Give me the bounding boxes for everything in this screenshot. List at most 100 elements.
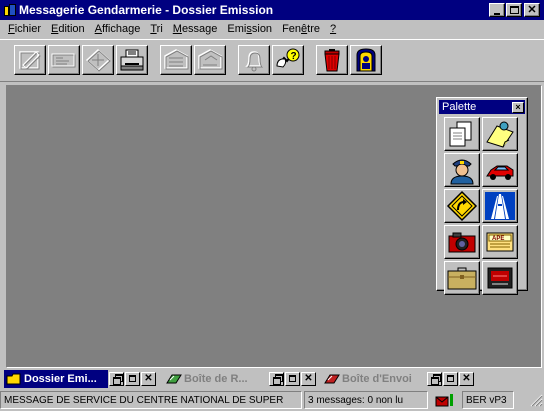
previous-message-button[interactable] bbox=[160, 45, 192, 75]
trash-icon bbox=[324, 49, 340, 72]
palette-tool-road-sign[interactable] bbox=[444, 189, 480, 223]
app-icon[interactable] bbox=[4, 3, 16, 17]
sticky-note-icon bbox=[486, 121, 514, 148]
terminal-icon bbox=[487, 267, 513, 289]
minimized-windows-bar: Dossier Emi... ✕ Boîte de R... ✕ Boîte d… bbox=[0, 368, 544, 389]
minimized-window-title-wrap: Dossier Emi... bbox=[4, 369, 108, 388]
exit-door-icon bbox=[356, 48, 376, 72]
maximize-button[interactable] bbox=[443, 371, 458, 386]
highway-icon bbox=[485, 192, 515, 220]
minimized-window-title-wrap: Boîte d'Envoi bbox=[322, 370, 426, 388]
svg-text:APE: APE bbox=[492, 236, 504, 242]
minimized-window-boite-reception[interactable]: Boîte de R... ✕ bbox=[164, 369, 318, 388]
compose-icon bbox=[19, 51, 41, 70]
form-button[interactable] bbox=[48, 45, 80, 75]
compose-button[interactable] bbox=[14, 45, 46, 75]
menu-item-2[interactable]: Affichage bbox=[90, 23, 146, 35]
red-car-icon bbox=[486, 165, 514, 180]
new-document-icon bbox=[449, 121, 472, 147]
print-icon bbox=[120, 49, 144, 71]
restore-button[interactable] bbox=[269, 371, 284, 386]
close-icon: ✕ bbox=[462, 373, 471, 384]
palette-tool-terminal[interactable] bbox=[482, 261, 518, 295]
mail-status-icon bbox=[430, 391, 460, 409]
bell-icon bbox=[245, 51, 264, 72]
toolbar: ? bbox=[0, 39, 544, 82]
status-message-count: 3 messages: 0 non lu bbox=[304, 391, 428, 409]
ape-card-icon: APE bbox=[486, 232, 514, 252]
camera-icon bbox=[448, 232, 476, 253]
gendarme-icon bbox=[450, 159, 474, 185]
minimized-window-title-wrap: Boîte de R... bbox=[164, 370, 268, 388]
maximize-button[interactable] bbox=[285, 371, 300, 386]
status-network: BER vP3 bbox=[462, 391, 514, 409]
palette-tool-gendarme[interactable] bbox=[444, 153, 480, 187]
minimize-icon bbox=[494, 12, 500, 15]
window-title: Messagerie Gendarmerie - Dossier Emissio… bbox=[19, 3, 274, 17]
restore-button[interactable] bbox=[427, 371, 442, 386]
forward-icon bbox=[85, 48, 111, 72]
close-button[interactable]: ✕ bbox=[459, 371, 474, 386]
menu-item-0[interactable]: Fichier bbox=[3, 23, 46, 35]
palette-close-button[interactable]: × bbox=[512, 101, 524, 113]
close-button[interactable]: ✕ bbox=[524, 3, 540, 17]
maximize-icon bbox=[509, 6, 519, 14]
palette-tool-camera[interactable] bbox=[444, 225, 480, 259]
folder-icon bbox=[6, 373, 22, 385]
restore-icon bbox=[112, 374, 123, 385]
restore-icon bbox=[272, 374, 283, 385]
resize-grip-icon[interactable] bbox=[529, 393, 543, 407]
menu-item-4[interactable]: Message bbox=[168, 23, 223, 35]
maximize-icon bbox=[129, 375, 136, 382]
menu-item-1[interactable]: Edition bbox=[46, 23, 90, 35]
minimize-button[interactable] bbox=[489, 3, 505, 17]
close-icon: ✕ bbox=[304, 373, 313, 384]
inbox-icon bbox=[166, 373, 182, 385]
maximize-icon bbox=[447, 375, 454, 382]
forward-button[interactable] bbox=[82, 45, 114, 75]
close-icon: ✕ bbox=[144, 373, 153, 384]
palette-tool-sticky-note[interactable] bbox=[482, 117, 518, 151]
minimized-window-dossier-emission[interactable]: Dossier Emi... ✕ bbox=[4, 369, 158, 388]
help-pointer-button[interactable]: ? bbox=[272, 45, 304, 75]
menu-item-7[interactable]: ? bbox=[325, 23, 341, 35]
close-button[interactable]: ✕ bbox=[301, 371, 316, 386]
restore-button[interactable] bbox=[109, 371, 124, 386]
status-bar: MESSAGE DE SERVICE DU CENTRE NATIONAL DE… bbox=[0, 389, 544, 411]
close-button[interactable]: ✕ bbox=[141, 371, 156, 386]
title-bar[interactable]: Messagerie Gendarmerie - Dossier Emissio… bbox=[0, 0, 544, 20]
outbox-icon bbox=[324, 373, 340, 385]
minimized-window-title: Boîte de R... bbox=[184, 372, 248, 385]
minimized-window-title: Boîte d'Envoi bbox=[342, 372, 412, 385]
svg-text:?: ? bbox=[291, 51, 297, 62]
maximize-button[interactable] bbox=[506, 3, 522, 17]
close-icon: ✕ bbox=[527, 3, 537, 16]
menu-bar: Fichier Edition Affichage Tri Message Emissio… bbox=[0, 20, 544, 38]
menu-item-3[interactable]: Tri bbox=[145, 23, 167, 35]
menu-item-5[interactable]: Emission bbox=[222, 23, 277, 35]
maximize-icon bbox=[289, 375, 296, 382]
palette-tool-briefcase[interactable] bbox=[444, 261, 480, 295]
briefcase-icon bbox=[447, 267, 477, 290]
restore-icon bbox=[430, 374, 441, 385]
palette-window[interactable]: Palette × APE bbox=[436, 97, 528, 295]
bell-button[interactable] bbox=[238, 45, 270, 75]
next-message-button[interactable] bbox=[194, 45, 226, 75]
menu-item-6[interactable]: Fenêtre bbox=[277, 23, 325, 35]
palette-tool-ape-card[interactable]: APE bbox=[482, 225, 518, 259]
palette-tool-new-document[interactable] bbox=[444, 117, 480, 151]
palette-title-bar[interactable]: Palette × bbox=[439, 100, 525, 114]
help-pointer-icon: ? bbox=[276, 48, 300, 68]
status-message: MESSAGE DE SERVICE DU CENTRE NATIONAL DE… bbox=[0, 391, 302, 409]
maximize-button[interactable] bbox=[125, 371, 140, 386]
palette-tool-highway[interactable] bbox=[482, 189, 518, 223]
road-sign-icon bbox=[446, 190, 478, 222]
palette-tool-car[interactable] bbox=[482, 153, 518, 187]
minimized-window-boite-envoi[interactable]: Boîte d'Envoi ✕ bbox=[322, 369, 476, 388]
exit-button[interactable] bbox=[350, 45, 382, 75]
previous-message-icon bbox=[164, 49, 189, 70]
print-button[interactable] bbox=[116, 45, 148, 75]
next-message-icon bbox=[198, 49, 223, 70]
close-icon: × bbox=[515, 102, 521, 112]
trash-button[interactable] bbox=[316, 45, 348, 75]
